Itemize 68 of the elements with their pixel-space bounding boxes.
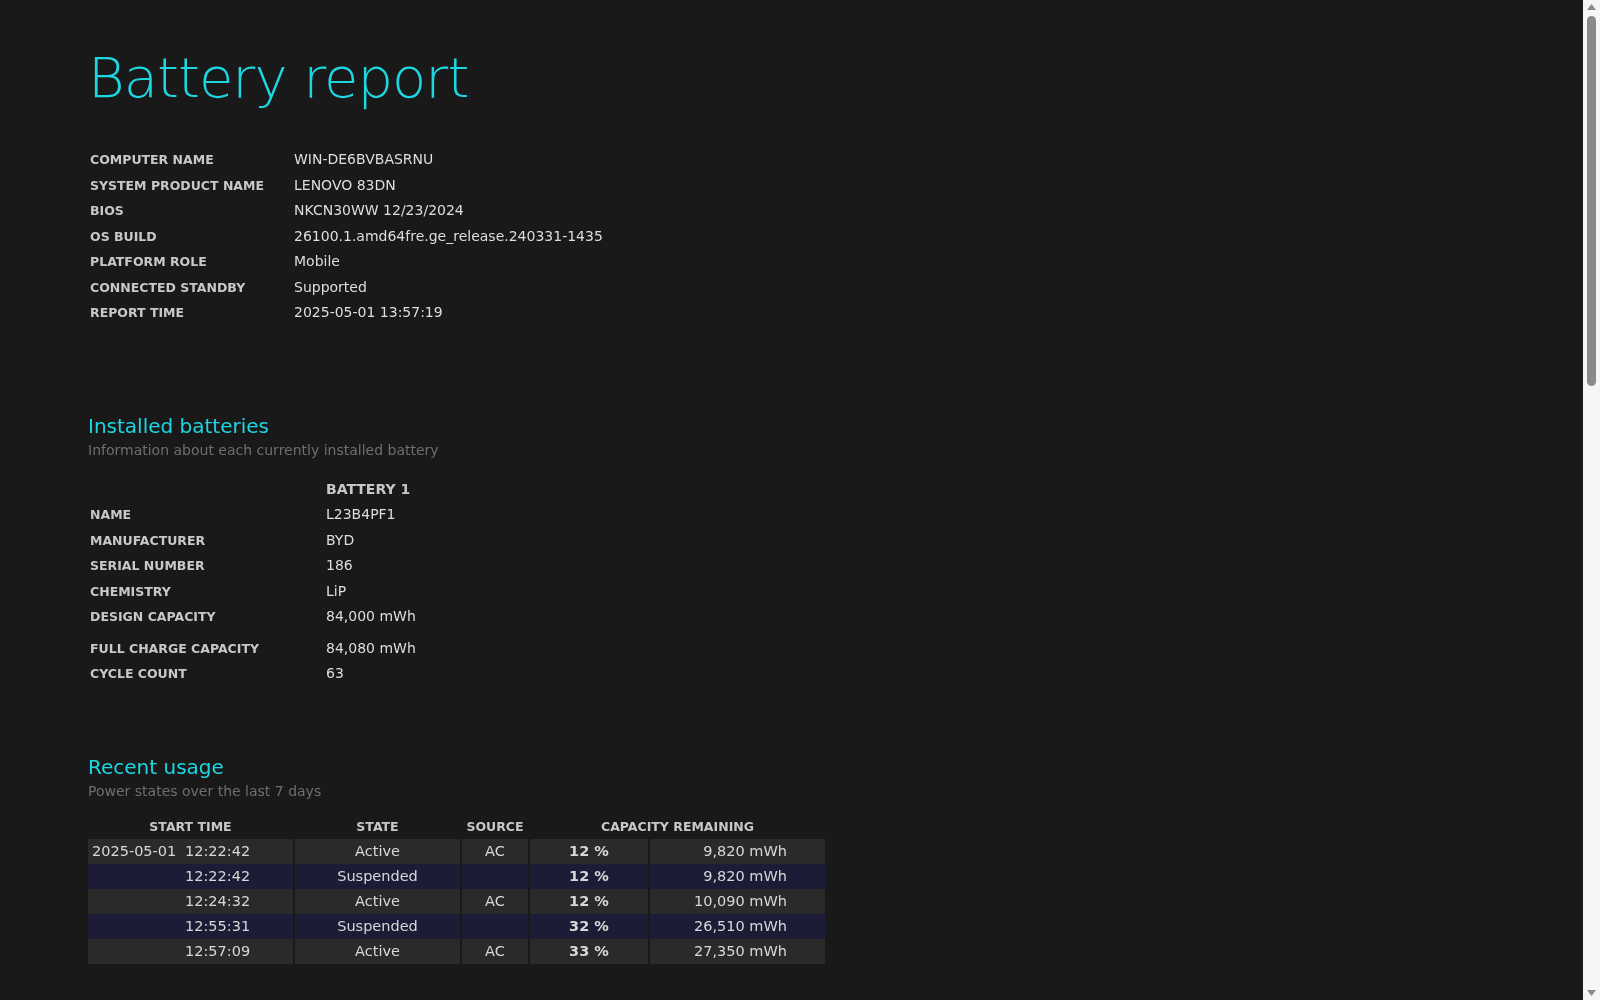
time-text: 12:22:42 <box>185 867 251 884</box>
field-label: FULL CHARGE CAPACITY <box>89 639 260 658</box>
field-label: BIOS <box>89 202 125 221</box>
table-cell: 12 % <box>530 863 648 889</box>
table-cell: 12 % <box>530 838 648 864</box>
field-label: PLATFORM ROLE <box>89 253 208 272</box>
field-value: Supported <box>293 277 368 297</box>
field-label: DESIGN CAPACITY <box>89 608 217 627</box>
column-header: START TIME <box>148 817 233 836</box>
field-value: 186 <box>325 556 354 576</box>
field-value: LiP <box>325 581 348 601</box>
field-value: 26100.1.amd64fre.ge_release.240331-1435 <box>293 226 604 246</box>
table-cell: Active <box>295 938 460 964</box>
field-label: CYCLE COUNT <box>89 665 188 684</box>
time-text: 12:22:42 <box>185 842 251 859</box>
table-cell: AC <box>462 938 528 964</box>
table-cell: 32 % <box>530 913 648 939</box>
field-label: REPORT TIME <box>89 304 186 323</box>
date-text: 2025-05-01 <box>92 841 178 861</box>
field-label: CONNECTED STANDBY <box>89 278 247 297</box>
column-header: BATTERY 1 <box>325 479 412 499</box>
table-cell <box>462 863 528 889</box>
section-subtitle: Information about each currently installed battery <box>88 440 440 460</box>
field-label: COMPUTER NAME <box>89 151 215 170</box>
scrollbar-thumb[interactable] <box>1587 16 1596 386</box>
table-cell: 33 % <box>530 938 648 964</box>
field-label: CHEMISTRY <box>89 582 172 601</box>
scroll-up-icon[interactable] <box>1587 4 1596 10</box>
scrollbar[interactable] <box>1583 0 1600 1000</box>
time-text: 12:57:09 <box>185 942 251 959</box>
field-label: SERIAL NUMBER <box>89 557 206 576</box>
column-header: SOURCE <box>465 817 525 836</box>
field-value: 63 <box>325 664 345 684</box>
field-value: 84,080 mWh <box>325 638 417 658</box>
field-value: 84,000 mWh <box>325 607 417 627</box>
section-heading: Recent usage <box>88 754 225 779</box>
field-value: NKCN30WW 12/23/2024 <box>293 201 465 221</box>
field-label: MANUFACTURER <box>89 531 207 550</box>
field-value: Mobile <box>293 252 341 272</box>
table-cell: Suspended <box>295 863 460 889</box>
table-cell <box>462 913 528 939</box>
field-value: L23B4PF1 <box>325 505 397 525</box>
table-cell: 26,510 mWh <box>650 913 825 939</box>
field-label: SYSTEM PRODUCT NAME <box>89 176 266 195</box>
table-cell: Active <box>295 838 460 864</box>
report-title: Battery report <box>88 44 470 112</box>
table-cell: Active <box>295 888 460 914</box>
table-cell: 9,820 mWh <box>650 838 825 864</box>
field-value: WIN-DE6BVBASRNU <box>293 150 435 170</box>
time-text: 12:24:32 <box>185 892 251 909</box>
table-cell: 27,350 mWh <box>650 938 825 964</box>
table-cell: AC <box>462 838 528 864</box>
time-text: 12:55:31 <box>185 917 251 934</box>
table-cell: 12 % <box>530 888 648 914</box>
table-cell: 9,820 mWh <box>650 863 825 889</box>
column-header: STATE <box>355 817 400 836</box>
field-label: OS BUILD <box>89 227 158 246</box>
table-cell: AC <box>462 888 528 914</box>
field-value: 2025-05-01 13:57:19 <box>293 303 444 323</box>
table-cell: Suspended <box>295 913 460 939</box>
scroll-down-icon[interactable] <box>1587 990 1596 996</box>
section-subtitle: Power states over the last 7 days <box>88 781 323 801</box>
field-label: NAME <box>89 506 133 525</box>
section-heading: Installed batteries <box>88 413 270 438</box>
field-value: BYD <box>325 530 356 550</box>
column-header: CAPACITY REMAINING <box>599 817 756 836</box>
field-value: LENOVO 83DN <box>293 175 397 195</box>
table-cell: 10,090 mWh <box>650 888 825 914</box>
